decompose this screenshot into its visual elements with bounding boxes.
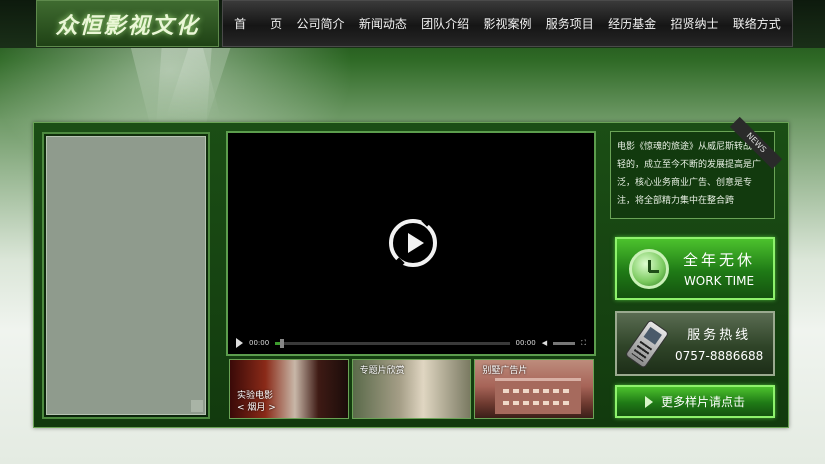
nav-item-news[interactable]: 新闻动态 bbox=[359, 15, 407, 32]
play-small-icon[interactable] bbox=[236, 338, 243, 348]
work-time-en: WORK TIME bbox=[683, 274, 755, 288]
thumb-label: 实验电影 bbox=[237, 391, 274, 401]
seek-knob[interactable] bbox=[279, 338, 284, 348]
nav-item-services[interactable]: 服务项目 bbox=[546, 15, 594, 32]
hotline-label: 服务热线 bbox=[687, 328, 752, 343]
nav-item-careers[interactable]: 招贤纳士 bbox=[670, 15, 718, 32]
thumb-experimental-film[interactable]: 实验电影 < 烟月 > bbox=[229, 359, 349, 419]
left-gallery-content[interactable] bbox=[46, 136, 206, 415]
volume-slider[interactable] bbox=[553, 341, 576, 345]
thumb-feature-films[interactable]: 专题片欣赏 bbox=[351, 359, 472, 419]
nav-item-cases[interactable]: 影视案例 bbox=[483, 15, 531, 32]
seek-bar[interactable] bbox=[275, 338, 510, 348]
player-controls: 00:00 00:00 ◀ ⛶ bbox=[236, 336, 586, 350]
thumb-label: 专题片欣赏 bbox=[359, 366, 405, 376]
phone-icon bbox=[624, 318, 670, 369]
time-total: 00:00 bbox=[515, 339, 536, 347]
thumb-sublabel: < 烟月 > bbox=[237, 403, 276, 413]
video-player[interactable]: 00:00 00:00 ◀ ⛶ bbox=[226, 131, 596, 356]
work-time-cn: 全年无休 bbox=[683, 251, 756, 269]
villa-image bbox=[495, 378, 582, 414]
arrow-right-icon bbox=[644, 395, 653, 408]
volume-icon[interactable]: ◀ bbox=[542, 339, 547, 347]
site-logo[interactable]: 众恒影视文化 bbox=[36, 0, 219, 47]
nav-item-team[interactable]: 团队介绍 bbox=[421, 15, 469, 32]
hotline-button[interactable]: 服务热线 0757-8886688 bbox=[615, 311, 775, 376]
work-time-button[interactable]: 全年无休 WORK TIME bbox=[615, 237, 775, 300]
fullscreen-icon[interactable]: ⛶ bbox=[581, 339, 586, 348]
left-gallery-panel bbox=[42, 132, 210, 419]
time-current: 00:00 bbox=[249, 339, 270, 347]
thumb-label: 别墅广告片 bbox=[482, 366, 528, 376]
clock-icon bbox=[629, 248, 669, 289]
more-samples-button[interactable]: 更多样片请点击 bbox=[615, 385, 775, 418]
nav-item-fund[interactable]: 经历基金 bbox=[608, 15, 656, 32]
nav-item-contact[interactable]: 联络方式 bbox=[733, 15, 781, 32]
thumb-villa-ads[interactable]: 别墅广告片 bbox=[474, 359, 595, 419]
hotline-number: 0757-8886688 bbox=[675, 349, 764, 363]
nav-item-home[interactable]: 首 页 bbox=[234, 15, 282, 32]
logo-text: 众恒影视文化 bbox=[55, 12, 200, 39]
play-icon[interactable] bbox=[389, 215, 437, 269]
nav-item-about[interactable]: 公司简介 bbox=[296, 15, 344, 32]
main-nav: 首 页 公司简介 新闻动态 团队介绍 影视案例 服务项目 经历基金 招贤纳士 联… bbox=[222, 0, 793, 47]
scroll-handle[interactable] bbox=[191, 400, 203, 412]
thumbnail-strip: 实验电影 < 烟月 > 专题片欣赏 别墅广告片 bbox=[229, 359, 595, 419]
news-text: 电影《惊魂的旅途》从威尼斯转战年轻的，成立至今不断的发展提高是广泛，核心业务商业… bbox=[617, 142, 762, 206]
more-samples-label: 更多样片请点击 bbox=[660, 395, 745, 409]
